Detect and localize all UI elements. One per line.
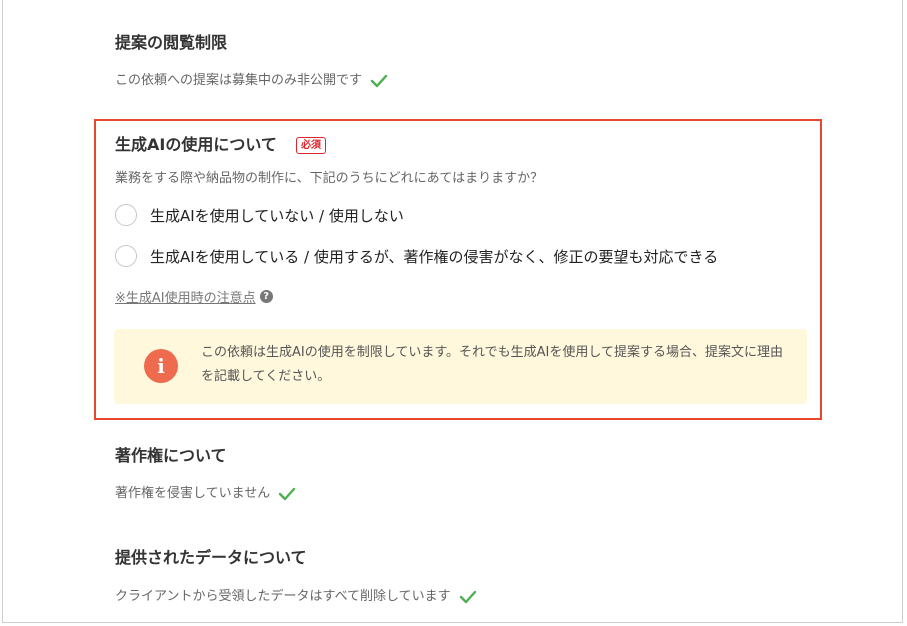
ai-restriction-notice-text: この依頼は生成AIの使用を制限しています。それでも生成AIを使用して提案する場合… (201, 345, 783, 384)
radio-option-no-ai-label: 生成AIを使用していない / 使用しない (150, 206, 404, 225)
provided-data-status: クライアントから受領したデータはすべて削除しています (115, 588, 477, 606)
copyright-status-text: 著作権を侵害していません (115, 486, 271, 501)
check-icon (370, 74, 388, 88)
copyright-status: 著作権を侵害していません (115, 485, 296, 503)
view-restriction-status: この依頼への提案は募集中のみ非公開です (115, 72, 388, 90)
info-icon: i (144, 349, 178, 383)
provided-data-title: 提供されたデータについて (115, 548, 307, 567)
view-restriction-status-text: この依頼への提案は募集中のみ非公開です (115, 73, 363, 88)
ai-usage-title: 生成AIの使用について (115, 135, 277, 154)
ai-usage-question: 業務をする際や納品物の制作に、下記のうちにどれにあてはまりますか？ (115, 171, 544, 186)
radio-option-uses-ai[interactable]: 生成AIを使用している / 使用するが、著作権の侵害がなく、修正の要望も対応でき… (115, 245, 718, 267)
view-restriction-section: 提案の閲覧制限 (115, 33, 227, 53)
radio-button[interactable] (115, 245, 137, 267)
ai-restriction-notice: i この依頼は生成AIの使用を制限しています。それでも生成AIを使用して提案する… (114, 329, 807, 404)
check-icon (459, 590, 476, 604)
required-badge: 必須 (295, 137, 326, 154)
provided-data-status-text: クライアントから受領したデータはすべて削除しています (115, 589, 451, 604)
radio-option-no-ai[interactable]: 生成AIを使用していない / 使用しない (115, 204, 404, 226)
check-icon (279, 487, 296, 501)
ai-usage-notes-link-text: ※生成AI使用時の注意点 (115, 291, 256, 306)
question-mark-icon: ? (259, 290, 273, 303)
copyright-title: 著作権について (115, 446, 227, 465)
radio-button[interactable] (115, 204, 137, 226)
ai-usage-header: 生成AIの使用について 必須 (115, 135, 326, 155)
provided-data-section: 提供されたデータについて (115, 548, 307, 568)
ai-usage-notes-link[interactable]: ※生成AI使用時の注意点 ? (115, 287, 273, 306)
radio-option-uses-ai-label: 生成AIを使用している / 使用するが、著作権の侵害がなく、修正の要望も対応でき… (150, 247, 719, 266)
view-restriction-title: 提案の閲覧制限 (115, 33, 228, 52)
copyright-section: 著作権について (115, 446, 227, 466)
